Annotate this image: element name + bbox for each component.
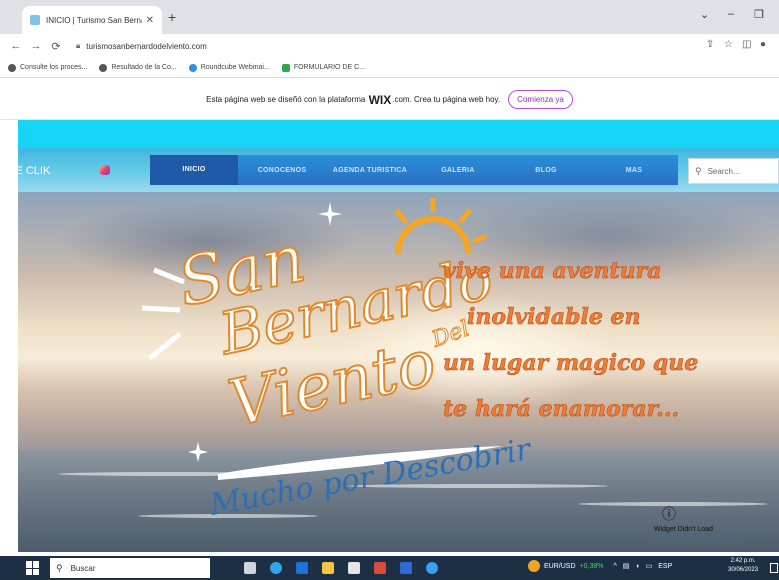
menu-item-inicio[interactable]: INICIO xyxy=(150,155,238,185)
language-label[interactable]: ESP xyxy=(658,563,672,570)
task-view-icon[interactable] xyxy=(244,562,256,574)
notifications-icon[interactable] xyxy=(770,563,778,573)
currency-icon xyxy=(528,560,540,572)
main-menu: INICIO CONOCENOS AGENDA TURISTICA GALERI… xyxy=(150,155,678,185)
bookmarks-bar: Consulte los proces... Resultado de la C… xyxy=(0,58,779,78)
wix-banner-text-end: .com. Crea tu página web hoy. xyxy=(392,95,501,104)
sparkle-icon xyxy=(188,442,208,462)
globe-icon xyxy=(8,63,16,72)
ticker-change: +0,38% xyxy=(579,562,604,570)
site-search-input[interactable]: ⚲ Search... xyxy=(688,158,779,184)
browser-toolbar: ← → ⟳ 🔒︎ turismosanbernardodelviento.com xyxy=(0,34,779,58)
chrome-icon[interactable] xyxy=(426,562,438,574)
windows-start-icon[interactable] xyxy=(26,561,42,575)
store-icon[interactable] xyxy=(348,562,360,574)
word-icon[interactable] xyxy=(400,562,412,574)
wix-banner: Esta página web se diseñó con la platafo… xyxy=(0,80,779,120)
menu-item-mas[interactable]: MAS xyxy=(590,167,678,174)
tagline-line: un lugar magico que xyxy=(443,350,699,377)
wix-logo: WIX xyxy=(368,92,392,107)
info-icon: ⓘ xyxy=(662,506,676,522)
lock-icon: 🔒︎ xyxy=(76,41,81,50)
widget-error-title: Widget Didn't Load xyxy=(654,526,713,533)
site-favicon-icon xyxy=(30,15,40,25)
browser-tab-bar: INICIO | Turismo San Bernardo ✕ + ⌄ – ❐ xyxy=(0,0,779,34)
clock-time: 2:42 p.m. xyxy=(730,558,756,564)
edge-icon[interactable] xyxy=(270,562,282,574)
battery-icon[interactable]: ▭ xyxy=(646,562,653,570)
menu-item-conocenos[interactable]: CONOCENOS xyxy=(238,167,326,174)
wix-banner-text: Esta página web se diseñó con la platafo… xyxy=(206,95,366,104)
sparkle-icon xyxy=(318,202,342,226)
chevron-down-icon[interactable]: ⌄ xyxy=(700,8,709,21)
widget-error-subtitle: Check your internet and refresh xyxy=(654,535,739,541)
instagram-icon[interactable] xyxy=(100,165,110,175)
mail-icon[interactable] xyxy=(296,562,308,574)
sidebar-icon[interactable]: ◫ xyxy=(742,39,751,50)
menu-item-galeria[interactable]: GALERIA xyxy=(414,167,502,174)
reload-icon[interactable]: ⟳ xyxy=(48,40,64,53)
brand-name[interactable]: ALE CLIK xyxy=(2,165,50,177)
tagline-line: inolvidable en xyxy=(467,304,641,331)
bookmark-item[interactable]: FORMULARIO DE C... xyxy=(281,63,365,72)
url-text: turismosanbernardodelviento.com xyxy=(86,41,207,51)
profile-avatar-icon[interactable]: ● xyxy=(760,39,766,50)
screen: INICIO | Turismo San Bernardo ✕ + ⌄ – ❐ … xyxy=(0,0,779,580)
taskbar-apps xyxy=(244,562,452,574)
header-top-bar xyxy=(18,120,779,148)
close-icon[interactable]: ✕ xyxy=(146,15,154,26)
restore-icon[interactable]: ❐ xyxy=(754,8,764,21)
taskbar-clock[interactable]: 2:42 p.m. 30/06/2023 xyxy=(728,557,758,575)
forward-icon[interactable]: → xyxy=(28,40,44,52)
volume-icon[interactable]: ◖ xyxy=(635,563,639,570)
bookmark-star-icon[interactable]: ☆ xyxy=(724,39,733,50)
bookmark-item[interactable]: Roundcube Webmai... xyxy=(188,63,270,72)
taskbar-search-placeholder: Buscar xyxy=(70,563,96,573)
menu-item-agenda-turistica[interactable]: AGENDA TURISTICA xyxy=(326,167,414,174)
bookmark-item[interactable]: Resultado de la Co... xyxy=(99,63,177,72)
new-tab-button[interactable]: + xyxy=(168,9,176,25)
back-icon[interactable]: ← xyxy=(8,40,24,52)
share-icon[interactable]: ⇪ xyxy=(706,39,714,50)
tagline: vive una aventura inolvidable en un luga… xyxy=(443,248,773,432)
forms-icon xyxy=(281,63,290,72)
menu-item-blog[interactable]: BLOG xyxy=(502,167,590,174)
ticker-label[interactable]: EUR/USD xyxy=(544,563,576,570)
bookmark-item[interactable]: Consulte los proces... xyxy=(8,63,87,72)
network-icon[interactable]: ▤ xyxy=(623,562,630,570)
search-icon: ⚲ xyxy=(695,165,702,176)
powerpoint-icon[interactable] xyxy=(374,562,386,574)
minimize-icon[interactable]: – xyxy=(728,8,734,20)
taskbar-search-input[interactable]: ⚲ Buscar xyxy=(50,558,210,578)
clock-date: 30/06/2023 xyxy=(728,567,759,573)
search-icon: ⚲ xyxy=(56,562,63,573)
widget-error: ⓘ Widget Didn't Load Check your internet… xyxy=(654,504,774,541)
address-bar[interactable]: 🔒︎ turismosanbernardodelviento.com xyxy=(76,37,716,55)
file-explorer-icon[interactable] xyxy=(322,562,334,574)
globe-icon xyxy=(99,63,108,72)
chevron-up-icon[interactable]: ^ xyxy=(613,563,616,570)
start-now-button[interactable]: Comienza ya xyxy=(508,90,573,109)
tagline-line: te hará enamorar... xyxy=(443,396,680,423)
system-tray: EUR/USD +0,38% ^ ▤ ◖ ▭ ESP xyxy=(528,560,678,572)
hero-banner: San Bernardo Del Viento Mucho por Descob… xyxy=(18,192,779,552)
roundcube-icon xyxy=(188,63,197,72)
search-placeholder: Search... xyxy=(707,166,740,176)
tagline-line: vive una aventura xyxy=(443,258,662,285)
browser-tab[interactable]: INICIO | Turismo San Bernardo ✕ xyxy=(22,6,162,34)
tab-title: INICIO | Turismo San Bernardo xyxy=(46,15,142,25)
